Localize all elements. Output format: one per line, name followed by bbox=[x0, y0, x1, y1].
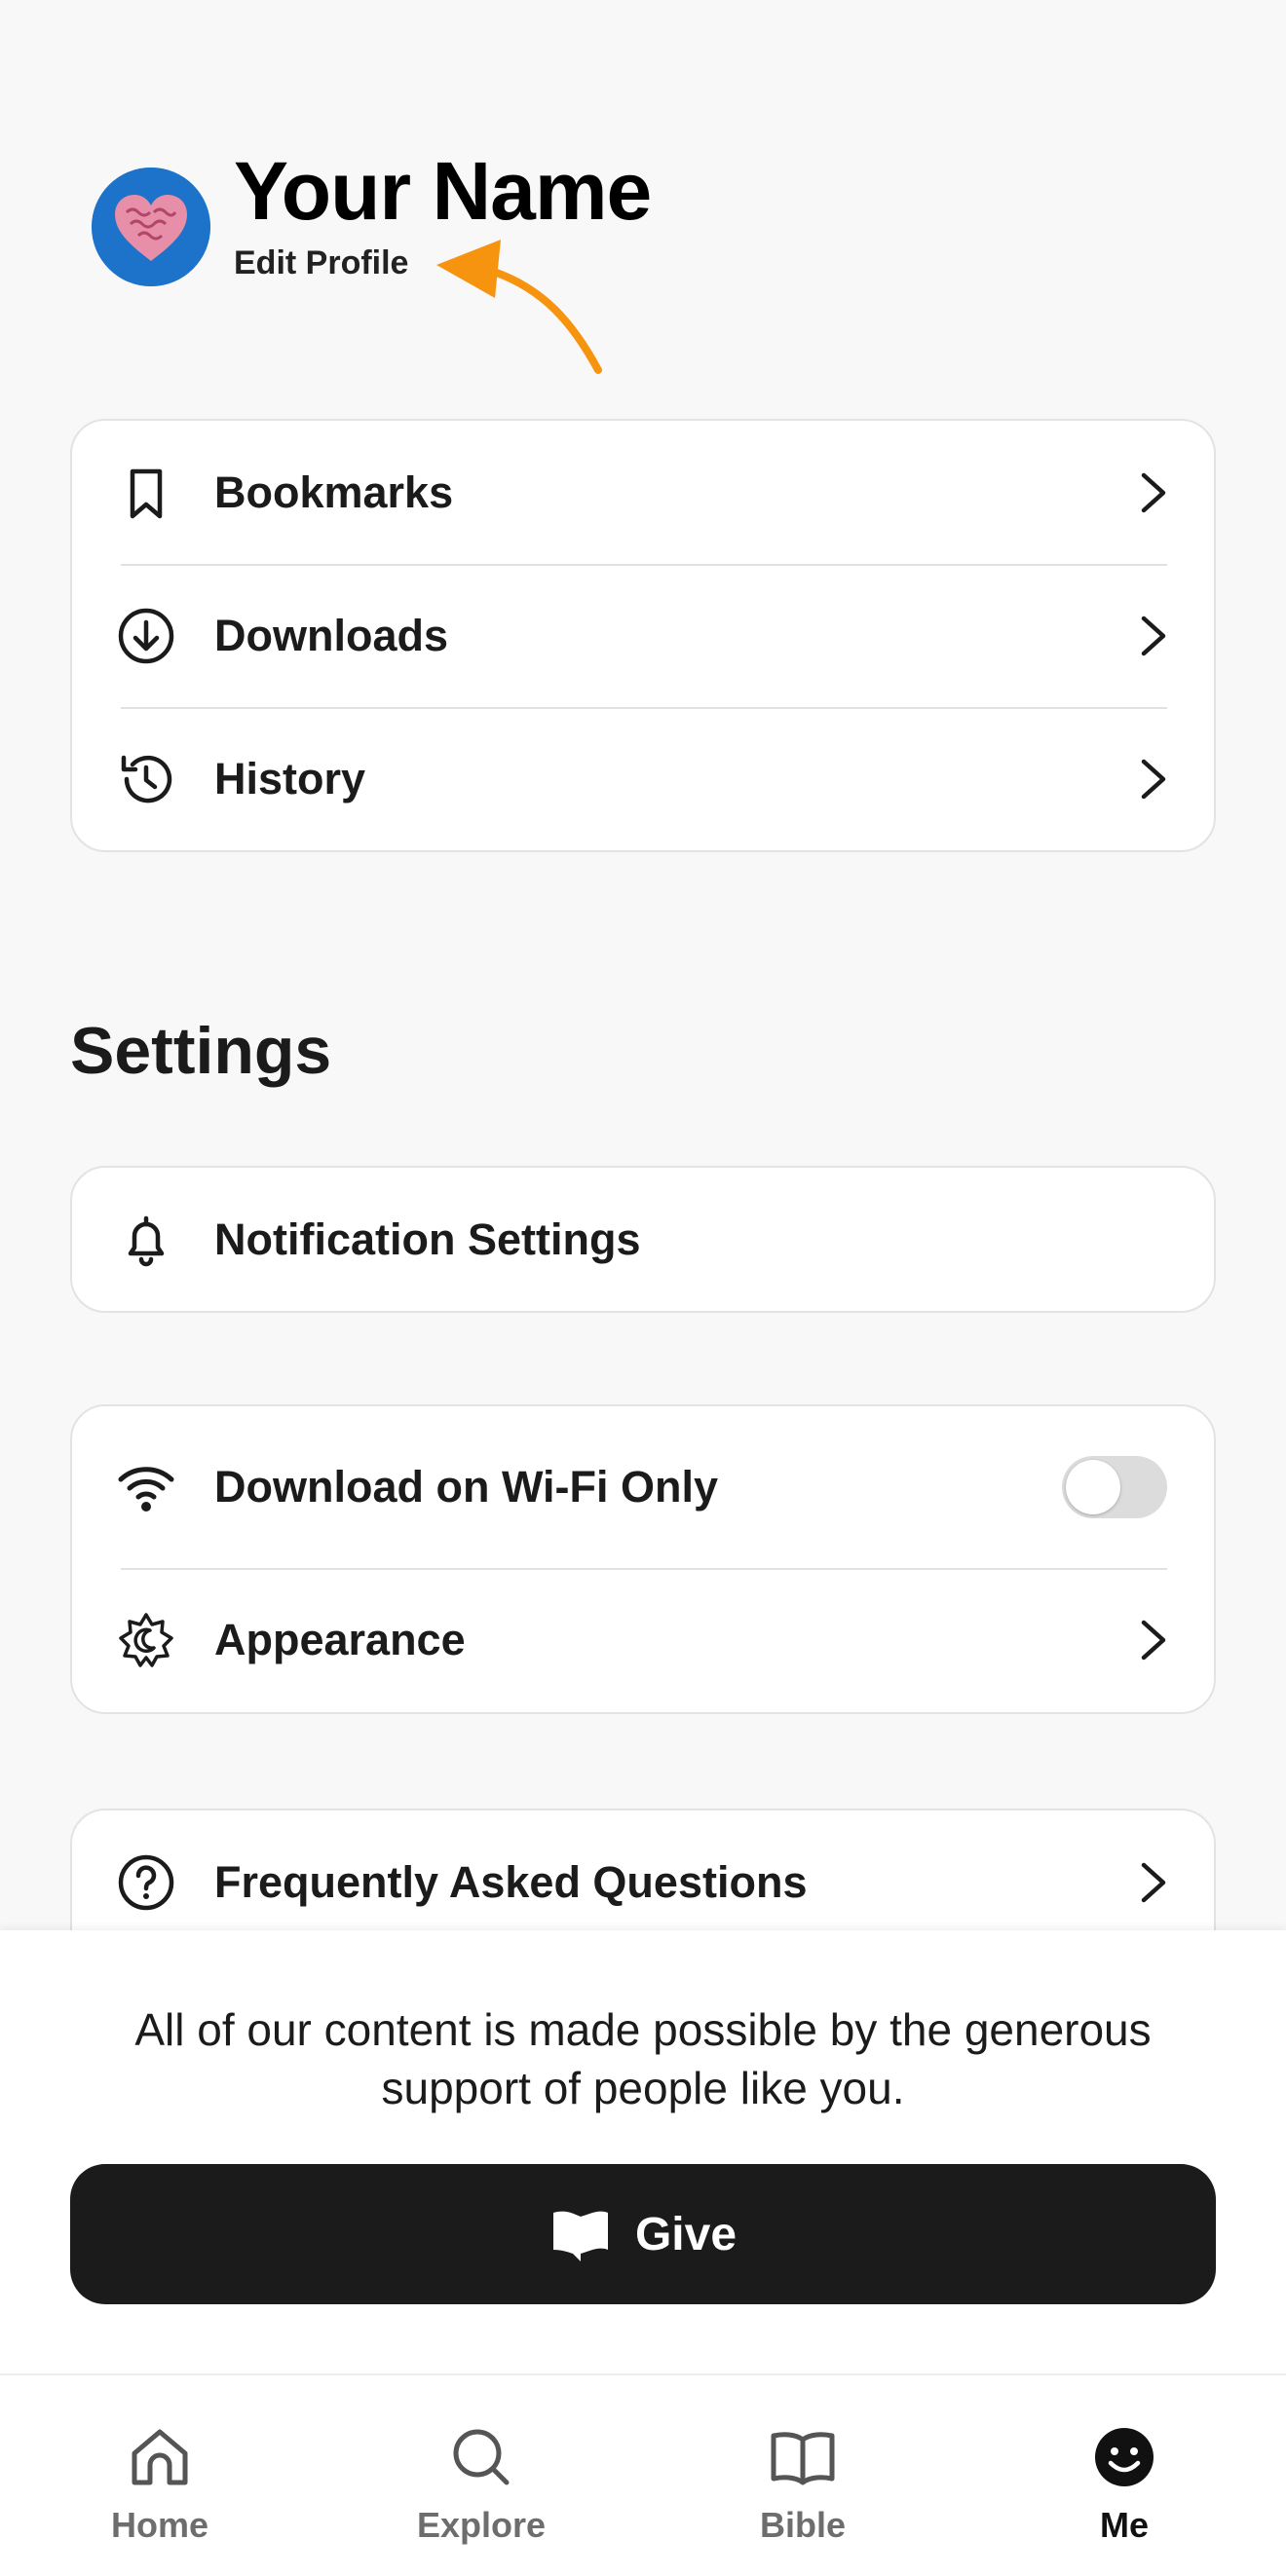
nav-explore-label: Explore bbox=[416, 2505, 547, 2545]
bookmarks-label: Bookmarks bbox=[214, 467, 454, 517]
chevron-right-icon bbox=[1132, 1613, 1175, 1667]
give-button[interactable]: Give bbox=[70, 2164, 1216, 2304]
give-panel: All of our content is made possible by t… bbox=[0, 1930, 1286, 2373]
library-card: Bookmarks Downloads History bbox=[70, 419, 1216, 852]
flag-icon bbox=[552, 2211, 608, 2261]
chevron-right-icon bbox=[1132, 752, 1175, 806]
nav-home-label: Home bbox=[110, 2505, 209, 2545]
give-message: All of our content is made possible by t… bbox=[134, 2004, 1152, 2113]
book-icon bbox=[768, 2422, 838, 2492]
smiley-icon bbox=[1089, 2422, 1159, 2492]
chevron-right-icon bbox=[1132, 609, 1175, 663]
wifi-only-row: Download on Wi-Fi Only bbox=[72, 1406, 1214, 1568]
bookmarks-row[interactable]: Bookmarks bbox=[72, 421, 1214, 564]
settings-title: Settings bbox=[70, 1014, 332, 1088]
avatar[interactable] bbox=[92, 168, 210, 286]
toggle-knob bbox=[1066, 1460, 1120, 1514]
nav-bible[interactable]: Bible bbox=[705, 2375, 900, 2576]
wifi-only-toggle[interactable] bbox=[1062, 1456, 1167, 1518]
question-circle-icon bbox=[115, 1851, 177, 1914]
wifi-only-label: Download on Wi-Fi Only bbox=[214, 1462, 719, 1512]
appearance-label: Appearance bbox=[214, 1615, 466, 1664]
downloads-row[interactable]: Downloads bbox=[72, 564, 1214, 707]
notification-settings-row[interactable]: Notification Settings bbox=[72, 1168, 1214, 1311]
bookmark-icon bbox=[115, 462, 177, 524]
search-icon bbox=[446, 2422, 516, 2492]
history-label: History bbox=[214, 753, 366, 803]
download-icon bbox=[115, 605, 177, 667]
appearance-row[interactable]: Appearance bbox=[72, 1568, 1214, 1712]
history-row[interactable]: History bbox=[72, 707, 1214, 850]
notification-settings-label: Notification Settings bbox=[214, 1213, 641, 1264]
bottom-nav: Home Explore Bible Me bbox=[0, 2373, 1286, 2576]
chevron-right-icon bbox=[1132, 1855, 1175, 1910]
history-icon bbox=[115, 748, 177, 810]
home-icon bbox=[125, 2422, 195, 2492]
downloads-label: Downloads bbox=[214, 610, 449, 660]
nav-explore[interactable]: Explore bbox=[384, 2375, 579, 2576]
nav-me[interactable]: Me bbox=[1027, 2375, 1222, 2576]
edit-profile-link[interactable]: Edit Profile bbox=[234, 246, 408, 280]
faq-label: Frequently Asked Questions bbox=[214, 1856, 808, 1907]
chevron-right-icon bbox=[1132, 466, 1175, 520]
annotation-arrow-icon bbox=[436, 240, 602, 374]
nav-bible-label: Bible bbox=[759, 2505, 846, 2545]
sun-moon-icon bbox=[115, 1609, 177, 1671]
nav-home[interactable]: Home bbox=[62, 2375, 257, 2576]
profile-name: Your Name bbox=[234, 145, 652, 237]
give-button-label: Give bbox=[634, 2208, 738, 2260]
nav-me-label: Me bbox=[1099, 2505, 1149, 2545]
heart-brain-icon bbox=[92, 168, 210, 286]
bell-icon bbox=[115, 1209, 177, 1271]
wifi-icon bbox=[115, 1456, 177, 1518]
notifications-card: Notification Settings bbox=[70, 1166, 1216, 1313]
preferences-card: Download on Wi-Fi Only Appearance bbox=[70, 1404, 1216, 1714]
